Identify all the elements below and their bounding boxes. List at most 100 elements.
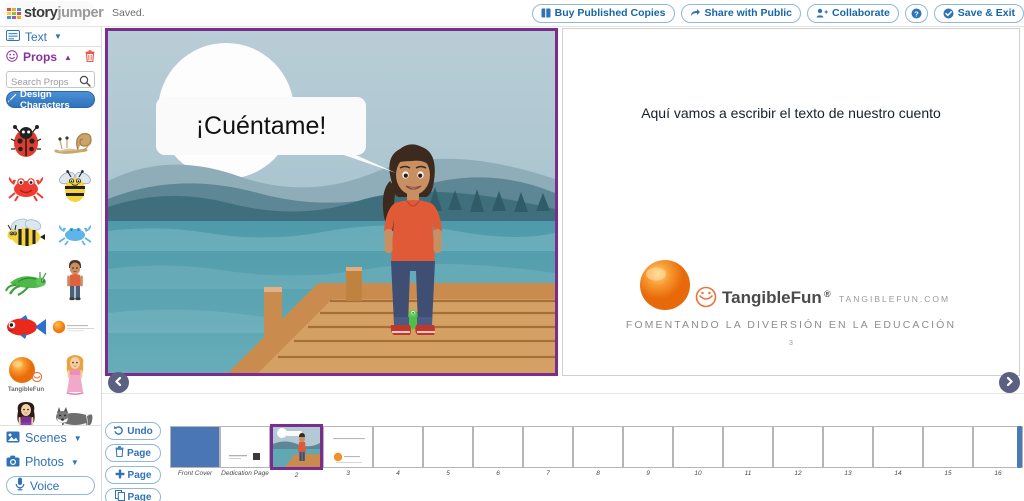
share-arrow-icon <box>690 8 701 18</box>
page-filmstrip: Undo Page Page Page Front Cover Dedicati… <box>102 393 1024 501</box>
thumbnail-label: Front Cover <box>177 470 213 477</box>
collaborate-label: Collaborate <box>832 7 890 19</box>
prop-blue-crab[interactable] <box>51 209 100 256</box>
thumbnail-page-2[interactable]: 2 <box>270 424 323 479</box>
brush-icon <box>7 93 17 106</box>
help-button[interactable]: ? <box>904 3 928 23</box>
prop-yellow-bee-character[interactable] <box>51 162 100 209</box>
thumbnail-list: Front Cover Dedication Page 2 3 4 5 6 7 … <box>170 424 1023 482</box>
thumbnail-page-14[interactable]: 14 <box>873 426 923 477</box>
page-canvas-right[interactable]: Aquí vamos a escribir el texto de nuestr… <box>562 28 1020 376</box>
thumbnail-page-13[interactable]: 13 <box>823 426 873 477</box>
undo-button[interactable]: Undo <box>105 422 161 440</box>
sidebar-text-label: Text <box>25 29 48 44</box>
prop-princess-pink[interactable] <box>51 350 100 397</box>
sidebar-photos-label: Photos <box>25 455 64 469</box>
header-actions: Buy Published Copies Share with Public C… <box>531 3 1024 23</box>
undo-label: Undo <box>127 425 153 437</box>
search-props-row <box>0 67 101 91</box>
previous-page-button[interactable] <box>108 372 129 393</box>
copy-icon <box>114 490 125 501</box>
right-page-number: 3 <box>789 340 793 347</box>
thumbnail-image <box>323 426 373 468</box>
design-characters-button[interactable]: Design Characters <box>6 89 95 111</box>
prop-tangiblefun-logo-wide[interactable] <box>51 303 100 350</box>
thumbnail-page-8[interactable]: 8 <box>573 426 623 477</box>
thumbnail-page-4[interactable]: 4 <box>373 426 423 477</box>
thumbnail-page-16[interactable]: 16 <box>973 426 1023 477</box>
thumbnail-image <box>373 426 423 468</box>
prop-ladybug[interactable] <box>2 115 51 162</box>
collaborate-button[interactable]: Collaborate <box>807 3 899 23</box>
sidebar-item-scenes[interactable]: Scenes ▼ <box>0 426 101 450</box>
thumbnail-image <box>573 426 623 468</box>
storyjumper-logo[interactable]: storyjumper <box>0 0 104 27</box>
copy-page-label: Page <box>127 491 152 501</box>
chevron-down-icon: ▼ <box>54 32 62 41</box>
brand-tagline: FOMENTANDO LA DIVERSIÓN EN LA EDUCACIÓN <box>625 319 957 331</box>
prop-princess-purple[interactable] <box>2 397 51 425</box>
filmstrip-scroll-indicator[interactable] <box>1017 426 1022 468</box>
save-and-exit-label: Save & Exit <box>957 7 1015 19</box>
sidebar-scenes-label: Scenes <box>25 431 67 445</box>
add-page-button[interactable]: Page <box>105 466 161 484</box>
thumbnail-label: 4 <box>396 470 400 477</box>
tangiblefun-brand-block: TangibleFun ® TANGIBLEFUN.COM FOMENTANDO… <box>563 259 1019 347</box>
thumbnail-page-9[interactable]: 9 <box>623 426 673 477</box>
search-props-box[interactable] <box>6 71 95 90</box>
sidebar-item-text[interactable]: Text ▼ <box>0 27 101 47</box>
thumbnail-page-6[interactable]: 6 <box>473 426 523 477</box>
thumbnail-image <box>623 426 673 468</box>
prop-red-crab[interactable] <box>2 162 51 209</box>
image-icon <box>6 431 20 446</box>
speech-bubble-text[interactable]: ¡Cuéntame! <box>156 97 366 155</box>
thumbnail-dedication-page[interactable]: Dedication Page <box>220 426 270 477</box>
text-box-icon <box>6 29 20 44</box>
prop-husky-dog[interactable] <box>51 397 100 425</box>
page-canvas-left[interactable]: ¡Cuéntame! [data-name="speech-bubble-tex… <box>105 28 558 376</box>
thumbnail-front-cover[interactable]: Front Cover <box>170 426 220 477</box>
thumbnail-label: 10 <box>694 470 702 477</box>
prop-orange-ball-logo[interactable]: TangibleFun <box>2 350 51 397</box>
thumbnail-page-10[interactable]: 10 <box>673 426 723 477</box>
delete-page-button[interactable]: Page <box>105 444 161 462</box>
right-page-body-text[interactable]: Aquí vamos a escribir el texto de nuestr… <box>563 105 1019 121</box>
delete-prop-icon[interactable] <box>85 49 95 65</box>
copy-page-button[interactable]: Page <box>105 488 161 501</box>
sidebar-item-photos[interactable]: Photos ▼ <box>0 450 101 474</box>
thumbnail-image <box>270 424 323 470</box>
thumbnail-image <box>873 426 923 468</box>
chevron-up-icon: ▲ <box>64 52 72 62</box>
voice-button[interactable]: Voice <box>6 476 95 495</box>
buy-published-copies-button[interactable]: Buy Published Copies <box>531 3 675 23</box>
thumbnail-label: 7 <box>546 470 550 477</box>
thumbnail-label: 16 <box>994 470 1002 477</box>
save-and-exit-button[interactable]: Save & Exit <box>933 3 1024 23</box>
thumbnail-label: 2 <box>294 472 299 479</box>
prop-boy-character[interactable] <box>51 256 100 303</box>
thumbnail-page-5[interactable]: 5 <box>423 426 473 477</box>
voice-row: Voice <box>0 474 101 501</box>
thumbnail-page-15[interactable]: 15 <box>923 426 973 477</box>
prop-snail[interactable] <box>51 115 100 162</box>
thumbnail-label: 12 <box>794 470 802 477</box>
thumbnail-page-12[interactable]: 12 <box>773 426 823 477</box>
thumbnail-image <box>773 426 823 468</box>
thumbnail-page-7[interactable]: 7 <box>523 426 573 477</box>
prop-bumblebee[interactable] <box>2 209 51 256</box>
next-page-button[interactable] <box>999 372 1020 393</box>
share-with-public-button[interactable]: Share with Public <box>680 3 802 23</box>
thumbnail-page-11[interactable]: 11 <box>723 426 773 477</box>
logo-dots-icon <box>7 7 21 19</box>
thumbnail-label: 13 <box>844 470 852 477</box>
chevron-left-icon <box>113 374 124 392</box>
thumbnail-image <box>170 426 220 468</box>
book-icon <box>541 8 551 18</box>
microphone-icon <box>15 477 25 494</box>
thumbnail-page-3[interactable]: 3 <box>323 426 373 477</box>
sidebar-item-props[interactable]: Props ▲ <box>0 47 101 67</box>
prop-red-fish[interactable] <box>2 303 51 350</box>
app-header: storyjumper Saved. Buy Published Copies … <box>0 0 1024 27</box>
search-icon[interactable] <box>79 74 91 92</box>
prop-grasshopper[interactable] <box>2 256 51 303</box>
